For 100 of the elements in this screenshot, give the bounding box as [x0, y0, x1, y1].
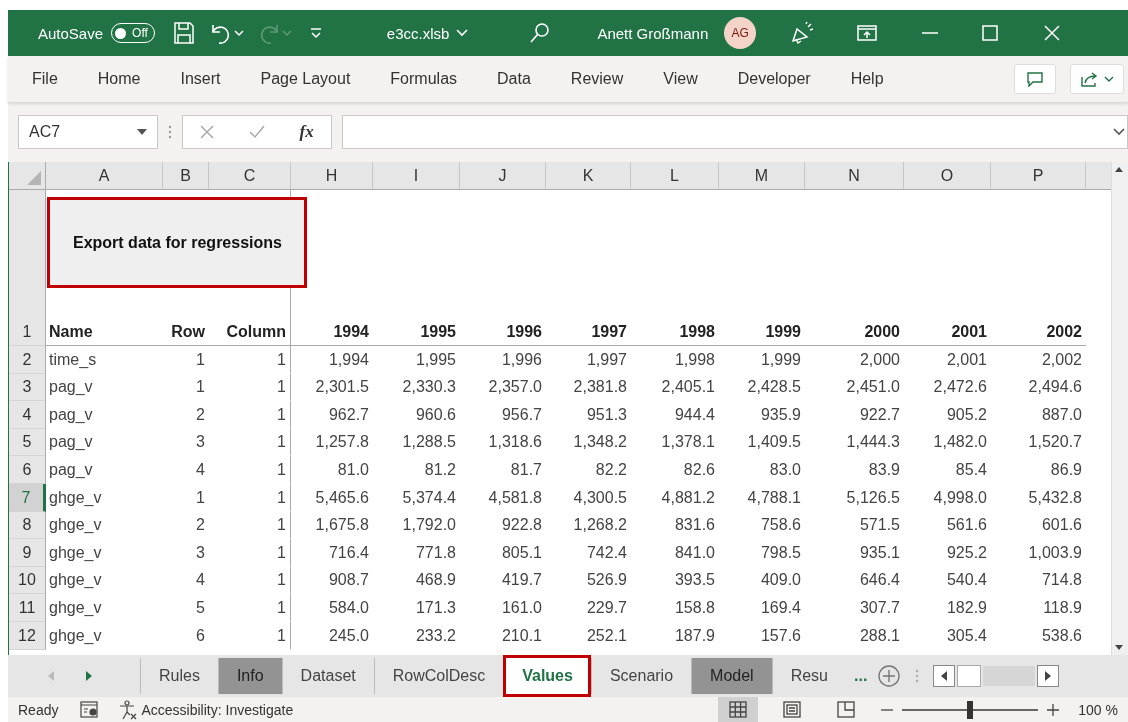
column-header[interactable]: J [460, 162, 546, 190]
search-icon[interactable] [529, 22, 552, 44]
column-header[interactable]: B [163, 162, 209, 190]
ribbon-tab[interactable]: Page Layout [260, 70, 371, 88]
customize-icon[interactable] [308, 26, 323, 40]
table-cell-text: 4,581.8 [487, 487, 543, 508]
column-header[interactable]: P [991, 162, 1086, 190]
table-cell-text: ghge_v [48, 542, 103, 563]
accessibility-status[interactable]: Accessibility: Investigate [141, 701, 294, 718]
table-cell-text: 1,268.2 [572, 515, 628, 536]
ribbon-display-icon[interactable] [856, 24, 879, 42]
scroll-right-button[interactable] [1037, 665, 1060, 687]
cancel-icon [200, 125, 215, 139]
table-cell-text: 758.6 [759, 515, 802, 536]
column-header[interactable]: I [373, 162, 460, 190]
row-header[interactable]: 10 [9, 566, 46, 595]
add-sheet-icon[interactable] [877, 664, 902, 688]
sheet-tab[interactable]: Model [691, 658, 772, 694]
scroll-right-icon[interactable] [84, 670, 94, 682]
table-cell: 1 [209, 428, 291, 457]
ribbon-tab[interactable]: Home [97, 70, 161, 88]
zoom-level[interactable]: 100 % [1078, 701, 1118, 718]
table-cell-text: 1,998 [673, 349, 716, 370]
scroll-thumb[interactable] [957, 665, 982, 687]
ribbon-tab[interactable]: Review [570, 70, 644, 88]
table-cell-text: 960.6 [414, 404, 457, 425]
row-header[interactable]: 9 [9, 539, 46, 567]
ribbon-tab[interactable]: Developer [737, 70, 831, 88]
table-cell-text: 2,001 [945, 349, 988, 370]
minimize-icon[interactable] [922, 31, 939, 35]
share-icon [1080, 70, 1098, 88]
sheet-tab[interactable]: Values [503, 655, 591, 697]
scroll-left-button[interactable] [933, 665, 956, 687]
row-header[interactable]: 5 [9, 428, 46, 457]
sheet-tab[interactable]: Rules [140, 658, 218, 694]
row-header[interactable]: 12 [9, 621, 46, 650]
speech-bubble-icon [1026, 71, 1044, 87]
maximize-icon[interactable] [982, 25, 999, 41]
macro-record-icon[interactable] [80, 700, 101, 719]
row-header[interactable]: 8 [9, 511, 46, 540]
table-cell-text: 1,675.8 [314, 515, 370, 536]
sheet-tab[interactable]: Info [217, 658, 282, 694]
ribbon-tab[interactable]: File [32, 70, 78, 88]
table-cell-text: 925.2 [945, 542, 988, 563]
column-header[interactable]: L [631, 162, 719, 190]
table-cell-text: 161.0 [500, 597, 543, 618]
ribbon-tab[interactable]: Insert [180, 70, 241, 88]
row-header[interactable]: 4 [9, 401, 46, 429]
row-header[interactable]: 1 [9, 190, 46, 346]
column-header[interactable]: M [719, 162, 805, 190]
table-cell-text: 962.7 [327, 404, 370, 425]
save-icon[interactable] [172, 21, 195, 45]
column-header[interactable]: C [209, 162, 291, 190]
row-header[interactable]: 11 [9, 594, 46, 622]
table-cell-text: ghge_v [48, 597, 103, 618]
column-header[interactable]: N [805, 162, 904, 190]
row-header[interactable]: 3 [9, 373, 46, 402]
column-header[interactable]: A [46, 162, 163, 190]
caret-icon[interactable] [232, 28, 245, 38]
row-header[interactable]: 7 [9, 483, 46, 512]
zoom-in-icon[interactable] [1046, 702, 1061, 717]
file-name[interactable]: e3cc.xlsb [386, 24, 450, 42]
zoom-out-icon[interactable] [880, 707, 895, 712]
zoom-thumb[interactable] [967, 700, 974, 719]
row-header[interactable]: 6 [9, 456, 46, 484]
table-cell: 1 [209, 511, 291, 540]
column-header[interactable]: K [546, 162, 631, 190]
caret-icon [280, 28, 293, 38]
table-cell-text: 5 [195, 597, 206, 618]
table-cell-text: 831.6 [673, 515, 716, 536]
more-tabs[interactable]: ... [854, 667, 868, 685]
share-button[interactable] [1070, 64, 1124, 94]
table-cell-text: 2 [195, 515, 206, 536]
ribbon-tab[interactable]: Data [497, 70, 551, 88]
comments-button[interactable] [1014, 64, 1056, 94]
table-cell-text: pag_v [48, 459, 94, 480]
table-cell-text: 169.4 [759, 597, 802, 618]
megaphone-icon[interactable] [790, 21, 815, 45]
formula-input[interactable] [342, 115, 1128, 149]
column-header[interactable]: O [904, 162, 991, 190]
ribbon-tab[interactable]: Help [850, 70, 904, 88]
ribbon-tab[interactable]: View [663, 70, 718, 88]
sheet-tab[interactable]: Dataset [281, 658, 374, 694]
table-cell-text: 771.8 [414, 542, 457, 563]
text-box[interactable]: Export data for regressions [47, 197, 307, 288]
close-icon[interactable] [1044, 25, 1061, 41]
normal-view-button[interactable] [718, 697, 759, 722]
table-cell-text: 86.9 [1049, 459, 1083, 480]
sheet-tab[interactable]: Resu [771, 658, 846, 694]
user-name: Anett Großmann [597, 24, 709, 42]
chevron-icon[interactable] [455, 28, 470, 38]
name-box[interactable]: AC7 [18, 115, 158, 149]
insert-function-button[interactable]: fx [299, 122, 314, 142]
table-cell-text: 1,999 [759, 349, 802, 370]
row-header[interactable]: 2 [9, 346, 46, 374]
column-header[interactable]: H [291, 162, 373, 190]
table-cell-text: 5,374.4 [401, 487, 457, 508]
ribbon-tab[interactable]: Formulas [390, 70, 478, 88]
user-avatar[interactable]: AG [724, 17, 757, 49]
table-cell-text: 2,494.6 [1027, 377, 1083, 398]
